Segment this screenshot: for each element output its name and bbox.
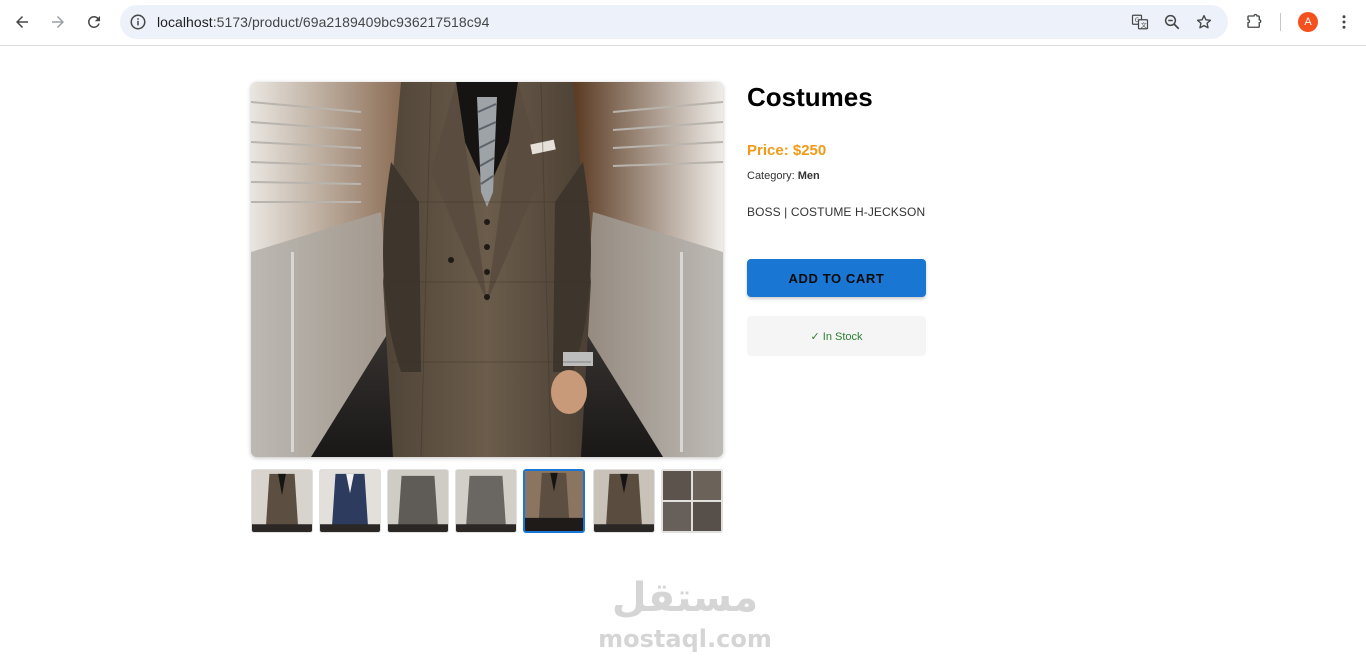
arrow-right-icon xyxy=(52,16,64,28)
bookmark-button[interactable] xyxy=(1194,12,1214,32)
forward-button[interactable] xyxy=(43,7,73,37)
url-text[interactable]: localhost:5173/product/69a2189409bc93621… xyxy=(157,14,489,30)
watermark-arabic: مستقل xyxy=(611,575,759,621)
thumbnail-3[interactable] xyxy=(387,469,449,533)
back-button[interactable] xyxy=(7,7,37,37)
thumbnail-image xyxy=(252,470,312,532)
reload-icon xyxy=(87,15,100,28)
address-bar[interactable]: localhost:5173/product/69a2189409bc93621… xyxy=(120,5,1228,39)
toolbar-divider xyxy=(1280,13,1281,31)
watermark: مستقل mostaql.com xyxy=(590,575,780,659)
product-price: Price: $250 xyxy=(747,142,827,159)
thumbnail-4[interactable] xyxy=(455,469,517,533)
profile-avatar[interactable]: A xyxy=(1298,12,1318,32)
thumbnail-image xyxy=(388,470,448,532)
url-path: :5173/product/69a2189409bc936217518c94 xyxy=(212,14,490,30)
suit-photo xyxy=(251,82,723,457)
arrow-left-icon xyxy=(16,16,28,28)
star-icon xyxy=(1196,14,1212,29)
thumbnail-7[interactable] xyxy=(661,469,723,533)
more-vertical-icon xyxy=(1342,15,1346,29)
thumbnail-image xyxy=(594,470,654,532)
thumbnail-strip xyxy=(251,469,723,533)
thumbnail-image xyxy=(525,471,583,531)
svg-text:G: G xyxy=(1135,17,1140,24)
svg-text:文: 文 xyxy=(1141,21,1147,29)
product-title: Costumes xyxy=(747,82,873,112)
watermark-latin: mostaql.com xyxy=(598,625,772,653)
product-main-image xyxy=(251,82,723,457)
thumbnail-6[interactable] xyxy=(593,469,655,533)
thumbnail-2[interactable] xyxy=(319,469,381,533)
extensions-button[interactable] xyxy=(1243,11,1265,33)
browser-toolbar: localhost:5173/product/69a2189409bc93621… xyxy=(0,0,1366,46)
product-description: BOSS | COSTUME H-JECKSON xyxy=(747,205,926,219)
translate-button[interactable]: G文 xyxy=(1130,12,1150,32)
thumbnail-1[interactable] xyxy=(251,469,313,533)
reload-button[interactable] xyxy=(79,7,109,37)
thumbnail-image xyxy=(662,470,722,532)
thumbnail-5[interactable] xyxy=(523,469,585,533)
stock-status: ✓ In Stock xyxy=(747,316,926,356)
zoom-out-icon xyxy=(1164,14,1180,30)
puzzle-icon xyxy=(1247,13,1262,28)
thumbnail-image xyxy=(456,470,516,532)
menu-button[interactable] xyxy=(1333,11,1355,33)
zoom-button[interactable] xyxy=(1162,12,1182,32)
thumbnail-image xyxy=(320,470,380,532)
translate-icon: G文 xyxy=(1131,14,1149,30)
category-label: Category: xyxy=(747,170,795,182)
add-to-cart-button[interactable]: ADD TO CART xyxy=(747,259,926,297)
category-value: Men xyxy=(797,170,820,182)
info-icon[interactable] xyxy=(129,13,147,31)
url-host: localhost xyxy=(157,14,213,30)
product-category: Category: Men xyxy=(747,170,820,182)
